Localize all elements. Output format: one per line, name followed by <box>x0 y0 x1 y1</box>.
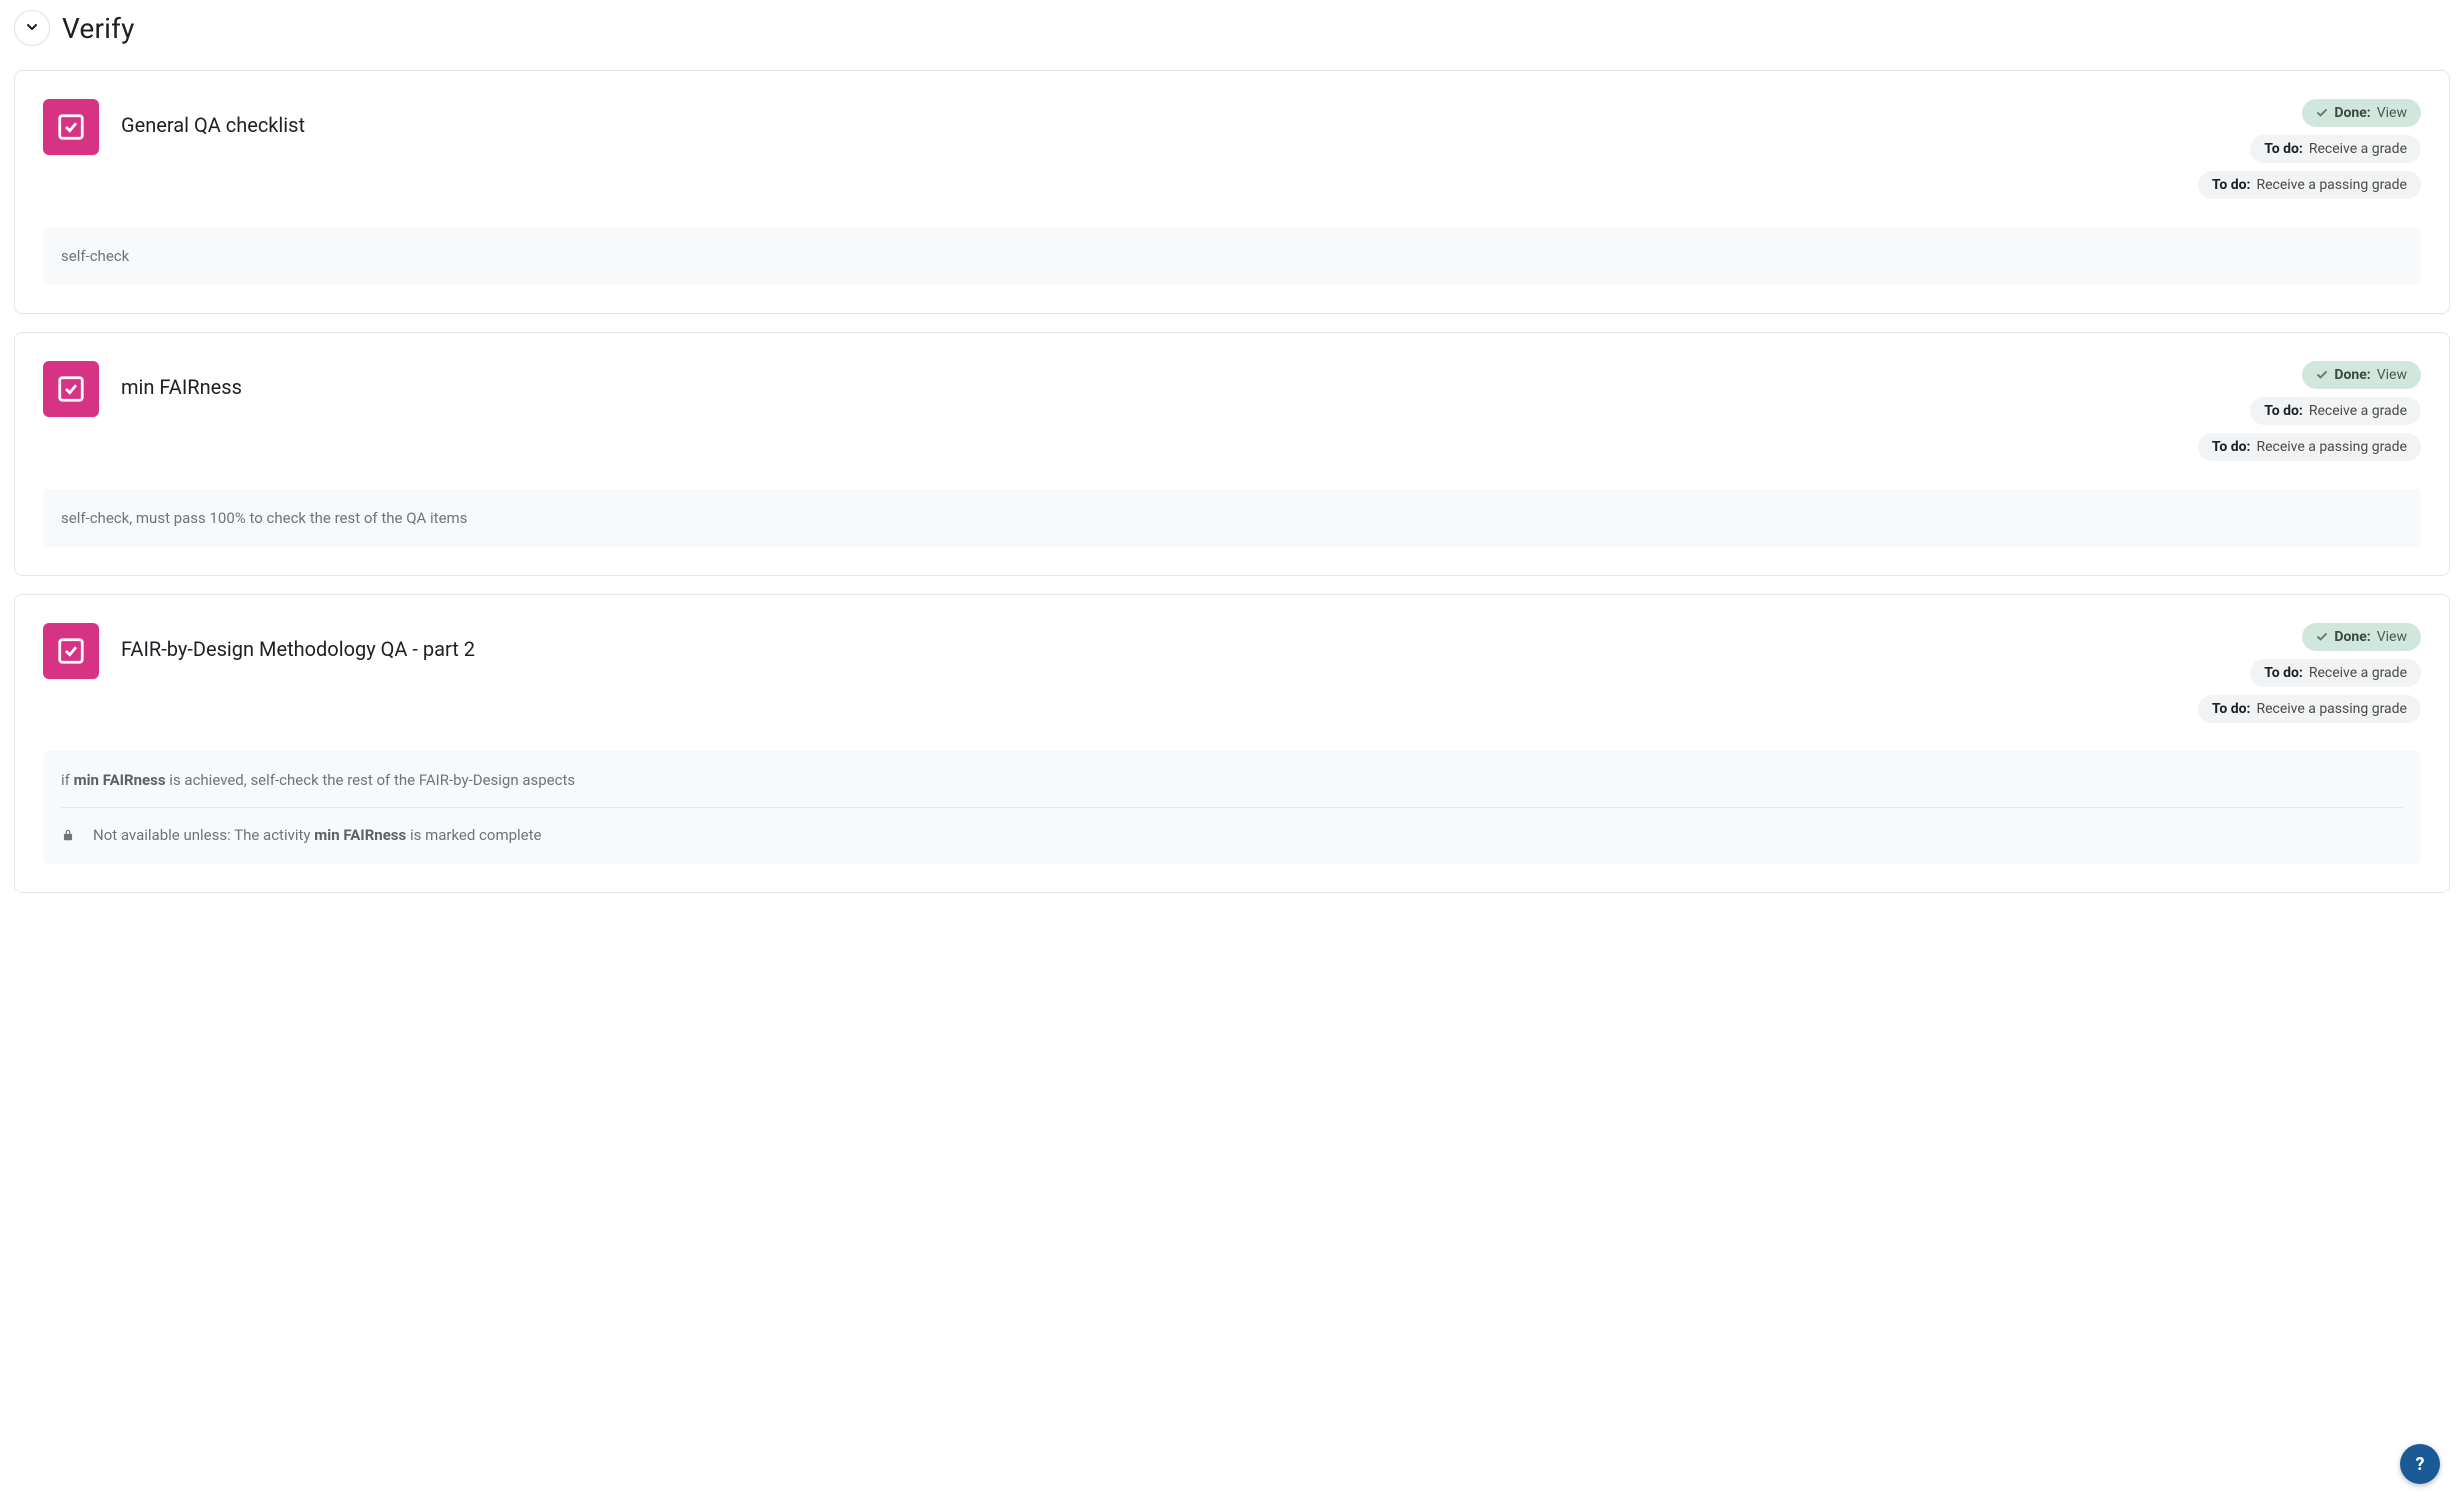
badge-done-label: Done: <box>2334 105 2370 121</box>
activity-card: min FAIRness Done: View To do: Receive a… <box>14 332 2450 576</box>
lock-icon <box>61 828 75 842</box>
status-badge-todo: To do: Receive a passing grade <box>2198 433 2421 461</box>
description-text: self-check <box>61 247 129 265</box>
badge-todo-text: Receive a passing grade <box>2256 177 2407 193</box>
check-icon <box>2316 107 2328 119</box>
status-badge-done[interactable]: Done: View <box>2302 99 2421 127</box>
check-icon <box>2316 369 2328 381</box>
quiz-icon <box>43 623 99 679</box>
help-button[interactable]: ? <box>2400 1444 2440 1484</box>
quiz-icon <box>43 99 99 155</box>
availability-restriction: Not available unless: The activity min F… <box>61 807 2403 844</box>
restriction-prefix: Not available unless: The activity <box>93 826 314 844</box>
desc-suffix: is achieved, self-check the rest of the … <box>166 771 576 789</box>
quiz-icon <box>43 361 99 417</box>
badge-todo-label: To do: <box>2212 439 2251 455</box>
status-badge-todo: To do: Receive a passing grade <box>2198 171 2421 199</box>
activity-header-row: FAIR-by-Design Methodology QA - part 2 D… <box>43 623 2421 723</box>
restriction-bold: min FAIRness <box>314 826 406 844</box>
check-icon <box>2316 631 2328 643</box>
badge-todo-text: Receive a grade <box>2309 665 2407 681</box>
section-header: Verify <box>14 10 2450 46</box>
chevron-down-icon <box>24 19 40 38</box>
activity-title-link[interactable]: General QA checklist <box>121 99 2176 137</box>
collapse-toggle-button[interactable] <box>14 10 50 46</box>
badge-done-action: View <box>2377 105 2407 121</box>
status-badge-todo: To do: Receive a grade <box>2250 397 2421 425</box>
activity-description: if min FAIRness is achieved, self-check … <box>43 751 2421 864</box>
status-badges: Done: View To do: Receive a grade To do:… <box>2198 99 2421 199</box>
activity-title-link[interactable]: min FAIRness <box>121 361 2176 399</box>
section-title: Verify <box>62 12 135 45</box>
status-badge-done[interactable]: Done: View <box>2302 623 2421 651</box>
activity-description: self-check <box>43 227 2421 285</box>
badge-todo-label: To do: <box>2212 701 2251 717</box>
activity-card: General QA checklist Done: View To do: R… <box>14 70 2450 314</box>
description-text: if min FAIRness is achieved, self-check … <box>61 771 575 789</box>
restriction-suffix: is marked complete <box>406 826 541 844</box>
help-label: ? <box>2416 1454 2425 1475</box>
status-badges: Done: View To do: Receive a grade To do:… <box>2198 623 2421 723</box>
badge-todo-label: To do: <box>2264 403 2303 419</box>
badge-done-label: Done: <box>2334 629 2370 645</box>
activity-header-row: General QA checklist Done: View To do: R… <box>43 99 2421 199</box>
desc-prefix: if <box>61 771 74 789</box>
status-badge-done[interactable]: Done: View <box>2302 361 2421 389</box>
badge-todo-text: Receive a passing grade <box>2256 439 2407 455</box>
activity-title-link[interactable]: FAIR-by-Design Methodology QA - part 2 <box>121 623 2176 661</box>
status-badges: Done: View To do: Receive a grade To do:… <box>2198 361 2421 461</box>
badge-todo-label: To do: <box>2212 177 2251 193</box>
badge-done-action: View <box>2377 367 2407 383</box>
badge-todo-text: Receive a grade <box>2309 403 2407 419</box>
badge-todo-label: To do: <box>2264 665 2303 681</box>
description-text: self-check, must pass 100% to check the … <box>61 509 467 527</box>
activity-card: FAIR-by-Design Methodology QA - part 2 D… <box>14 594 2450 893</box>
desc-bold: min FAIRness <box>74 771 166 789</box>
badge-done-action: View <box>2377 629 2407 645</box>
status-badge-todo: To do: Receive a passing grade <box>2198 695 2421 723</box>
badge-todo-text: Receive a passing grade <box>2256 701 2407 717</box>
badge-todo-label: To do: <box>2264 141 2303 157</box>
restriction-text: Not available unless: The activity min F… <box>93 826 542 844</box>
status-badge-todo: To do: Receive a grade <box>2250 135 2421 163</box>
badge-done-label: Done: <box>2334 367 2370 383</box>
status-badge-todo: To do: Receive a grade <box>2250 659 2421 687</box>
activity-description: self-check, must pass 100% to check the … <box>43 489 2421 547</box>
activity-header-row: min FAIRness Done: View To do: Receive a… <box>43 361 2421 461</box>
badge-todo-text: Receive a grade <box>2309 141 2407 157</box>
